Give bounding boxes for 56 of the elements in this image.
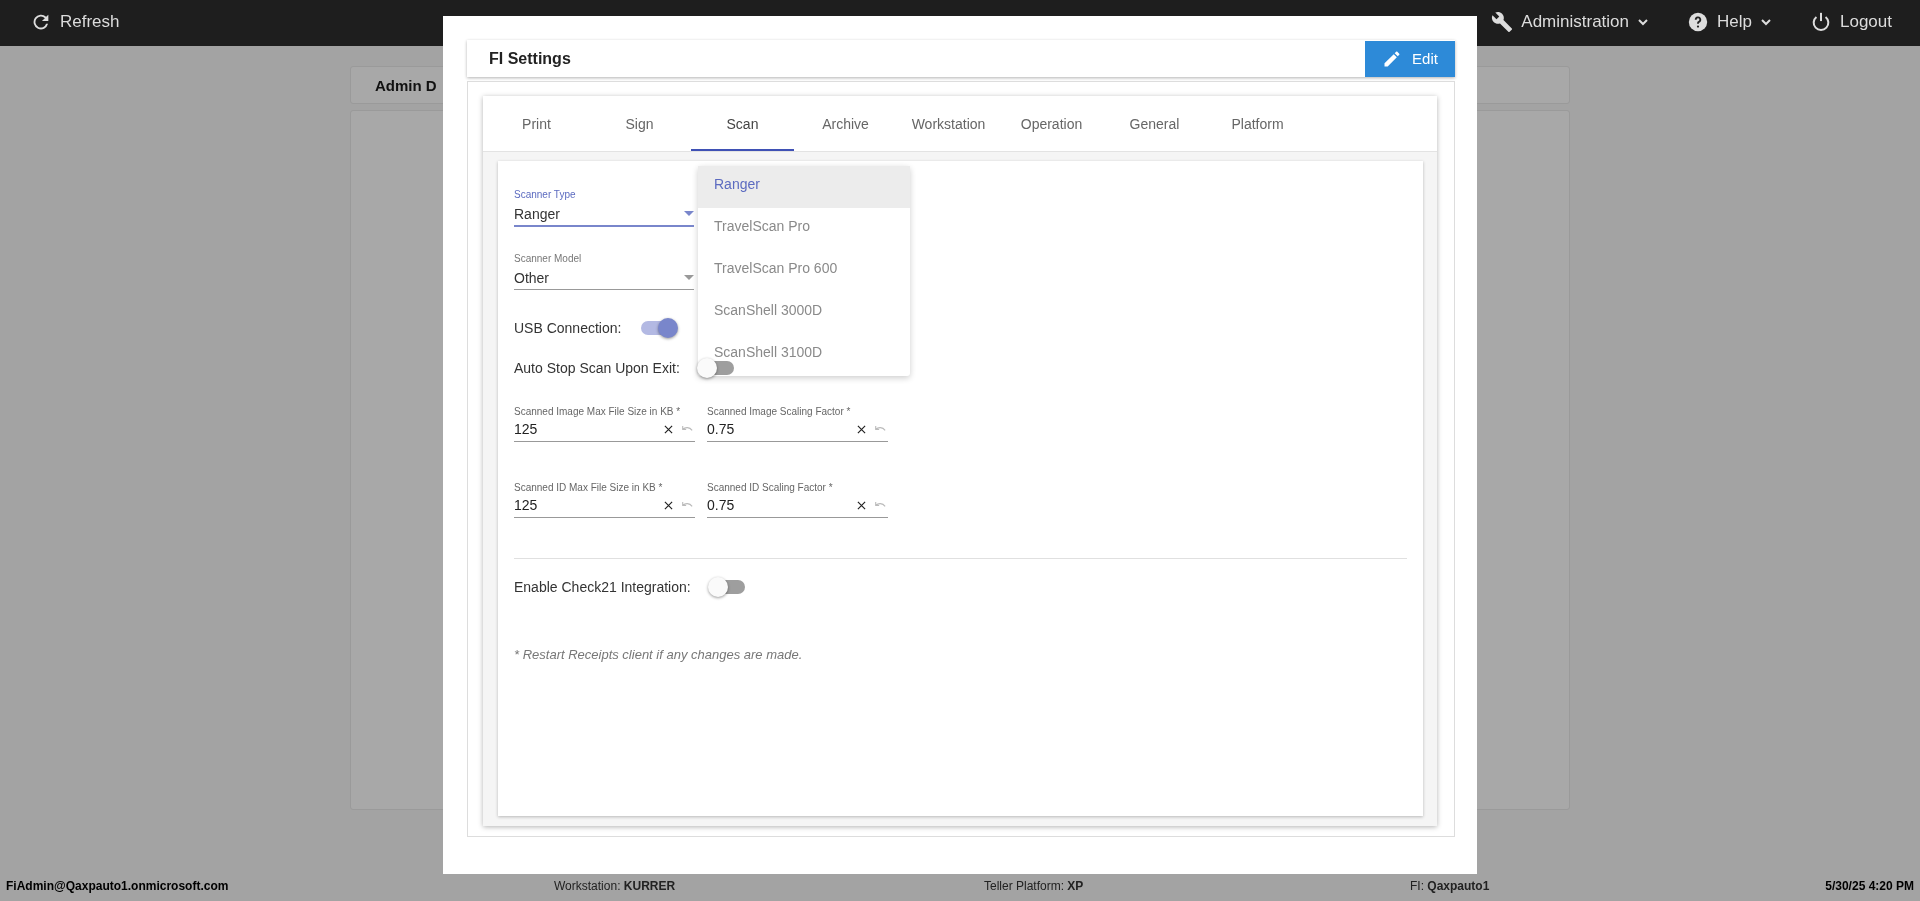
clear-icon[interactable] — [857, 424, 866, 434]
dropdown-arrow-icon — [684, 275, 694, 280]
tab[interactable]: Archive — [794, 96, 897, 151]
power-icon — [1810, 11, 1832, 33]
clear-icon[interactable] — [857, 500, 866, 510]
input-field[interactable]: 0.75 — [707, 417, 888, 442]
toggle-switch[interactable] — [641, 321, 676, 335]
chevron-icon — [1637, 16, 1650, 28]
field-label: Scanned Image Scaling Factor * — [707, 406, 852, 417]
wrench-icon — [1491, 11, 1514, 33]
toggle-label: Enable Check21 Integration: — [514, 579, 691, 595]
toggle-switch[interactable] — [710, 580, 745, 594]
status-item: Teller Platform: XP — [984, 879, 1085, 893]
menu-option[interactable]: ScanShell 3000D — [698, 292, 910, 334]
tab[interactable]: Platform — [1206, 96, 1309, 151]
toggle-label: Auto Stop Scan Upon Exit: — [514, 360, 680, 376]
field-label: Scanned ID Scaling Factor * — [707, 482, 834, 493]
card-title: Admin D — [375, 76, 437, 94]
clear-icon[interactable] — [664, 424, 673, 434]
refresh-button[interactable]: Refresh — [30, 11, 120, 33]
chevron-icon — [1760, 16, 1772, 28]
menu-option[interactable]: Ranger — [698, 166, 910, 208]
menu-option[interactable]: ScanShell 3100D — [698, 334, 910, 376]
undo-icon[interactable] — [681, 500, 693, 510]
status-item: FI: Qaxpauto1 — [1410, 879, 1490, 893]
tab[interactable]: Operation — [1000, 96, 1103, 151]
help-menu[interactable]: Help — [1687, 11, 1772, 33]
status-item: Workstation: KURRER — [554, 879, 677, 893]
undo-icon[interactable] — [874, 500, 886, 510]
menu-option[interactable]: TravelScan Pro 600 — [698, 250, 910, 292]
dialog-title: FI Settings — [489, 49, 571, 68]
administration-menu[interactable]: Administration — [1491, 11, 1650, 33]
toggle-switch[interactable] — [699, 361, 734, 375]
input-field[interactable]: 0.75 — [707, 493, 888, 518]
tab[interactable]: Sign — [588, 96, 691, 151]
input-field[interactable]: 125 — [514, 417, 695, 442]
tab[interactable]: Print — [485, 96, 588, 151]
help-icon — [1687, 11, 1710, 33]
tab[interactable]: Workstation — [897, 96, 1000, 151]
dropdown-arrow-icon — [684, 211, 694, 216]
menu-option[interactable]: TravelScan Pro — [698, 208, 910, 250]
toggle-label: USB Connection: — [514, 320, 622, 336]
undo-icon[interactable] — [681, 424, 693, 434]
user-email: FiAdmin@Qaxpauto1.onmicrosoft.com — [6, 879, 230, 893]
tab[interactable]: General — [1103, 96, 1206, 151]
undo-icon[interactable] — [874, 424, 886, 434]
edit-button[interactable]: Edit — [1365, 40, 1455, 77]
field-label: Scanned ID Max File Size in KB * — [514, 482, 664, 493]
clear-icon[interactable] — [664, 500, 673, 510]
note-text: * Restart Receipts client if any changes are made. — [514, 647, 804, 662]
select-field[interactable]: Scanner Model Other — [514, 253, 694, 290]
input-field[interactable]: 125 — [514, 493, 695, 518]
field-label: Scanned Image Max File Size in KB * — [514, 406, 682, 417]
date-time: 5/30/25 4:20 PM — [1825, 879, 1914, 893]
logout-button[interactable]: Logout — [1810, 11, 1892, 33]
select-field[interactable]: Scanner Type Ranger — [514, 189, 694, 227]
